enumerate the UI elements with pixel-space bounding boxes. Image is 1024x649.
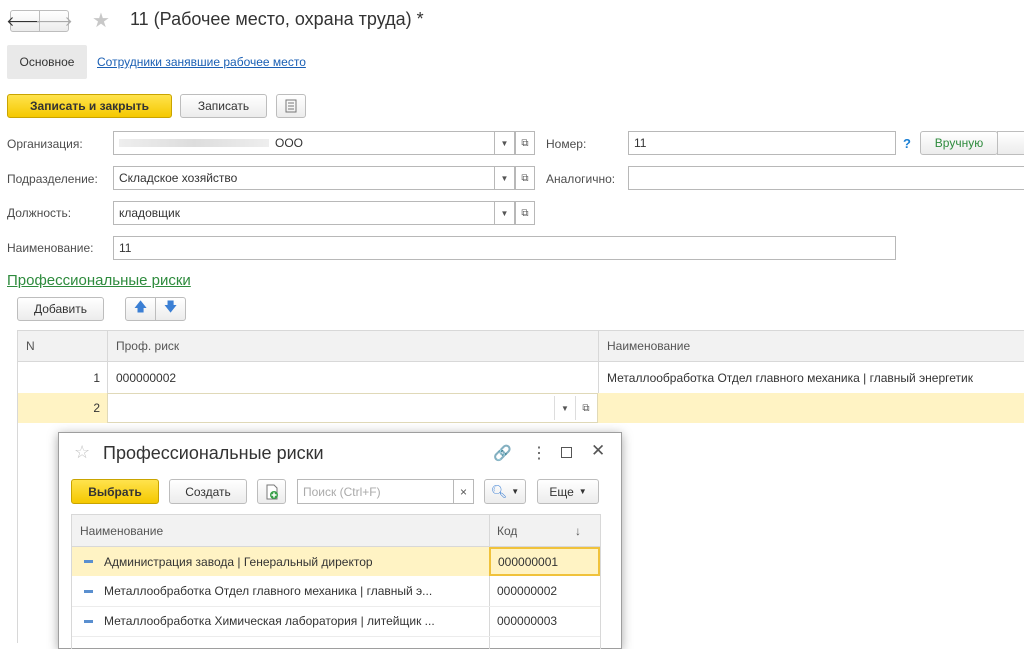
row-code: 000000003 [497,614,558,628]
similar-label: Аналогично: [546,172,616,186]
dept-label: Подразделение: [7,172,98,186]
tab-employees[interactable]: Сотрудники занявшие рабочее место [97,55,306,69]
name-label: Наименование: [7,241,94,255]
close-icon[interactable]: ✕ [591,441,605,461]
search-placeholder: Поиск (Ctrl+F) [303,484,381,499]
org-field[interactable]: ООО [113,131,495,155]
arrow-up-icon: 🡅 [133,299,148,314]
select-button[interactable]: Выбрать [71,479,159,504]
org-open-button[interactable]: ⧉ [515,131,535,155]
row-risk: 000000002 [116,370,177,385]
col-header-risk[interactable]: Проф. риск [116,331,179,361]
number-field[interactable]: 11 [628,131,896,155]
col-header-code[interactable]: Код [497,515,517,546]
similar-field[interactable] [628,166,1024,190]
search-input[interactable]: Поиск (Ctrl+F) [297,479,454,504]
sort-arrow-icon[interactable]: ↓ [575,515,581,546]
risk-edit-dropdown[interactable]: ▼ [554,396,575,420]
org-dropdown-button[interactable]: ▼ [495,131,515,155]
row-code-value: 000000001 [498,554,559,569]
document-plus-icon [266,484,278,499]
risk-edit-open[interactable]: ⧉ [575,396,596,420]
row-name: Администрация завода | Генеральный дирек… [104,554,373,569]
row-n: 1 [93,370,100,385]
dept-dropdown-button[interactable]: ▼ [495,166,515,190]
row-n: 2 [93,401,100,415]
star-icon[interactable]: ★ [92,8,110,33]
position-dropdown-button[interactable]: ▼ [495,201,515,225]
chevron-down-icon: ▼ [578,487,587,496]
maximize-icon[interactable] [561,447,572,458]
tab-main-label: Основное [19,55,75,69]
org-value: ООО [275,136,304,150]
arrow-down-icon: 🡇 [163,299,178,314]
position-label: Должность: [7,206,72,220]
org-blurred [119,139,269,147]
col-header-name[interactable]: Наименование [80,515,163,546]
more-label: Еще [549,484,574,499]
arrow-right-icon: 🡒 [35,12,73,29]
chevron-down-icon: ▼ [511,487,520,496]
item-icon [84,560,93,563]
search-clear-button[interactable]: × [454,479,474,504]
open-icon: ⧉ [521,137,529,149]
tab-main[interactable]: Основное [7,45,87,79]
row-name: Металлообработка Отдел главного механика… [607,370,973,385]
search-icon: 🔍︎ [490,483,508,499]
open-icon: ⧉ [521,207,529,219]
row-name: Металлообработка Химическая лаборатория … [104,614,435,628]
save-and-close-button[interactable]: Записать и закрыть [7,94,172,118]
risk-edit-field[interactable] [107,393,598,423]
search-options-button[interactable]: 🔍︎ ▼ [484,479,526,504]
risks-section-title[interactable]: Профессиональные риски [7,272,191,289]
chevron-down-icon: ▼ [500,208,509,218]
create-button[interactable]: Создать [169,479,247,504]
create-copy-button[interactable] [257,479,286,504]
position-field[interactable]: кладовщик [113,201,495,225]
chevron-down-icon: ▼ [500,138,509,148]
position-open-button[interactable]: ⧉ [515,201,535,225]
row-code: 000000002 [497,584,558,598]
dialog-title: Профессиональные риски [103,443,324,463]
dept-open-button[interactable]: ⧉ [515,166,535,190]
col-header-name[interactable]: Наименование [607,331,690,361]
link-icon[interactable]: 🔗 [493,444,512,462]
save-button[interactable]: Записать [180,94,267,118]
star-icon[interactable]: ☆ [74,442,90,463]
move-down-button[interactable]: 🡇 [155,297,186,321]
report-button[interactable] [276,94,306,118]
add-risk-button[interactable]: Добавить [17,297,104,321]
help-link[interactable]: ? [903,136,911,151]
popup-table: Наименование Код ↓ Администрация завода … [71,514,601,649]
forward-button[interactable]: 🡒 [35,10,73,32]
org-label: Организация: [7,137,83,151]
item-icon [84,590,93,593]
open-icon: ⧉ [521,172,529,184]
name-field[interactable]: 11 [113,236,896,260]
chevron-down-icon: ▼ [561,403,569,413]
number-label: Номер: [546,137,587,151]
chevron-down-icon: ▼ [500,173,509,183]
more-button[interactable]: Еще ▼ [537,479,599,504]
row-name: Металлообработка Отдел главного механика… [104,584,433,598]
more-vert-icon[interactable]: ⋮ [531,443,547,463]
open-icon: ⧉ [582,402,590,414]
row-code[interactable]: 000000001 [489,547,600,576]
item-icon [84,620,93,623]
dept-field[interactable]: Складское хозяйство [113,166,495,190]
manual-button[interactable]: Вручную [920,131,998,155]
manual-extra-button[interactable] [997,131,1024,155]
move-up-button[interactable]: 🡅 [125,297,156,321]
col-header-n[interactable]: N [26,331,35,361]
page-title: 11 (Рабочее место, охрана труда) * [130,9,424,29]
risks-selection-dialog: ☆ Профессиональные риски 🔗 ⋮ ✕ Выбрать С… [58,432,622,649]
list-icon [285,99,297,113]
